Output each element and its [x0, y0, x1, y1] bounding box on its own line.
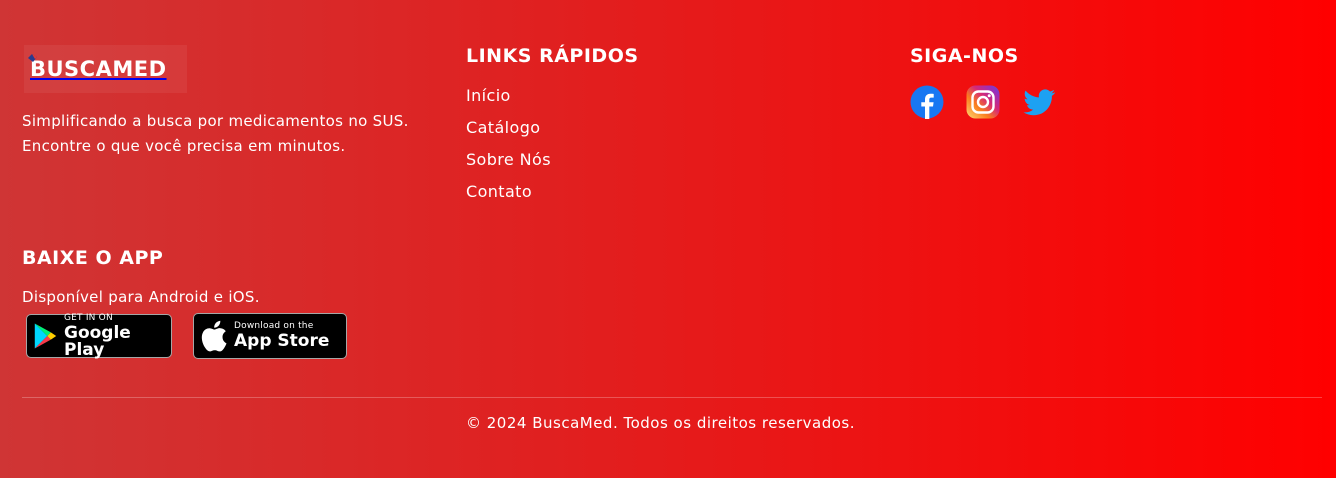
- link-catalogo[interactable]: Catálogo: [466, 118, 540, 137]
- facebook-icon[interactable]: [910, 85, 944, 119]
- link-inicio[interactable]: Início: [466, 86, 511, 105]
- apple-icon: [201, 320, 227, 352]
- logo-mark-icon: [28, 54, 37, 62]
- list-item: Início: [466, 86, 551, 118]
- social-title: SIGA-NOS: [910, 45, 1019, 67]
- brand-tagline: Simplificando a busca por medicamentos n…: [22, 112, 409, 155]
- link-contato[interactable]: Contato: [466, 182, 532, 201]
- app-store-text: Download on the App Store: [234, 321, 330, 351]
- list-item: Sobre Nós: [466, 150, 551, 182]
- links-title: LINKS RÁPIDOS: [466, 45, 639, 67]
- google-play-button[interactable]: GET IN ON Google Play: [26, 312, 172, 360]
- app-subtitle: Disponível para Android e iOS.: [22, 288, 260, 306]
- quick-links-list: Início Catálogo Sobre Nós Contato: [466, 86, 551, 214]
- social-links: [910, 85, 1056, 119]
- instagram-icon[interactable]: [966, 85, 1000, 119]
- google-play-icon: [34, 323, 57, 349]
- app-title: BAIXE O APP: [22, 247, 164, 269]
- app-store-button[interactable]: Download on the App Store: [193, 313, 347, 359]
- logo[interactable]: BUSCAMED: [24, 45, 187, 93]
- copyright: © 2024 BuscaMed. Todos os direitos reser…: [466, 414, 856, 432]
- logo-text: BUSCAMED: [28, 54, 167, 81]
- twitter-icon[interactable]: [1022, 85, 1056, 119]
- list-item: Contato: [466, 182, 551, 214]
- google-play-text: GET IN ON Google Play: [64, 312, 131, 360]
- footer-divider: [22, 397, 1322, 398]
- site-footer: BUSCAMED Simplificando a busca por medic…: [0, 0, 1336, 478]
- list-item: Catálogo: [466, 118, 551, 150]
- link-sobre-nos[interactable]: Sobre Nós: [466, 150, 551, 169]
